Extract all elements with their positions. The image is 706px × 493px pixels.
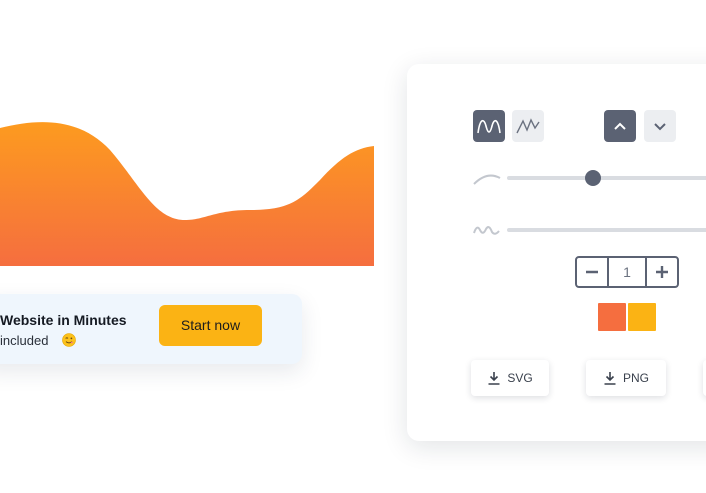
layer-count-value[interactable]: 1 (607, 258, 647, 286)
smooth-wave-button[interactable] (473, 110, 505, 142)
download-png-label: PNG (622, 371, 649, 385)
promo-subtitle: included (0, 333, 49, 348)
wave-settings-panel: 1 SVG PNG (407, 64, 706, 441)
decrement-button[interactable] (577, 258, 607, 286)
chevron-up-icon (614, 122, 626, 130)
page: Website in Minutes included Start now 1 … (0, 0, 706, 493)
plus-icon (656, 266, 668, 278)
download-svg-button[interactable]: SVG (471, 360, 549, 396)
peak-wave-icon (516, 118, 540, 134)
download-icon (604, 372, 616, 385)
height-slider-thumb[interactable] (585, 170, 601, 186)
download-png-button[interactable]: PNG (586, 360, 666, 396)
direction-down-button[interactable] (644, 110, 676, 142)
color-swatch-start[interactable] (598, 303, 626, 331)
direction-up-button[interactable] (604, 110, 636, 142)
wink-emoji-icon (62, 333, 76, 347)
peak-wave-button[interactable] (512, 110, 544, 142)
minus-icon (586, 270, 598, 274)
complexity-slider-track[interactable] (507, 228, 706, 232)
height-slider-track[interactable] (507, 176, 706, 180)
promo-card: Website in Minutes included Start now (0, 294, 302, 364)
wave-complexity-icon (473, 226, 500, 235)
color-swatch-end[interactable] (628, 303, 656, 331)
layer-count-stepper: 1 (575, 256, 679, 288)
smooth-wave-icon (477, 119, 501, 134)
promo-title: Website in Minutes (0, 312, 127, 328)
download-svg-label: SVG (507, 371, 533, 385)
download-icon (488, 372, 500, 385)
curve-height-icon (473, 174, 501, 185)
increment-button[interactable] (647, 258, 677, 286)
start-now-button[interactable]: Start now (159, 305, 262, 346)
wave-preview (0, 122, 374, 266)
chevron-down-icon (654, 123, 666, 131)
